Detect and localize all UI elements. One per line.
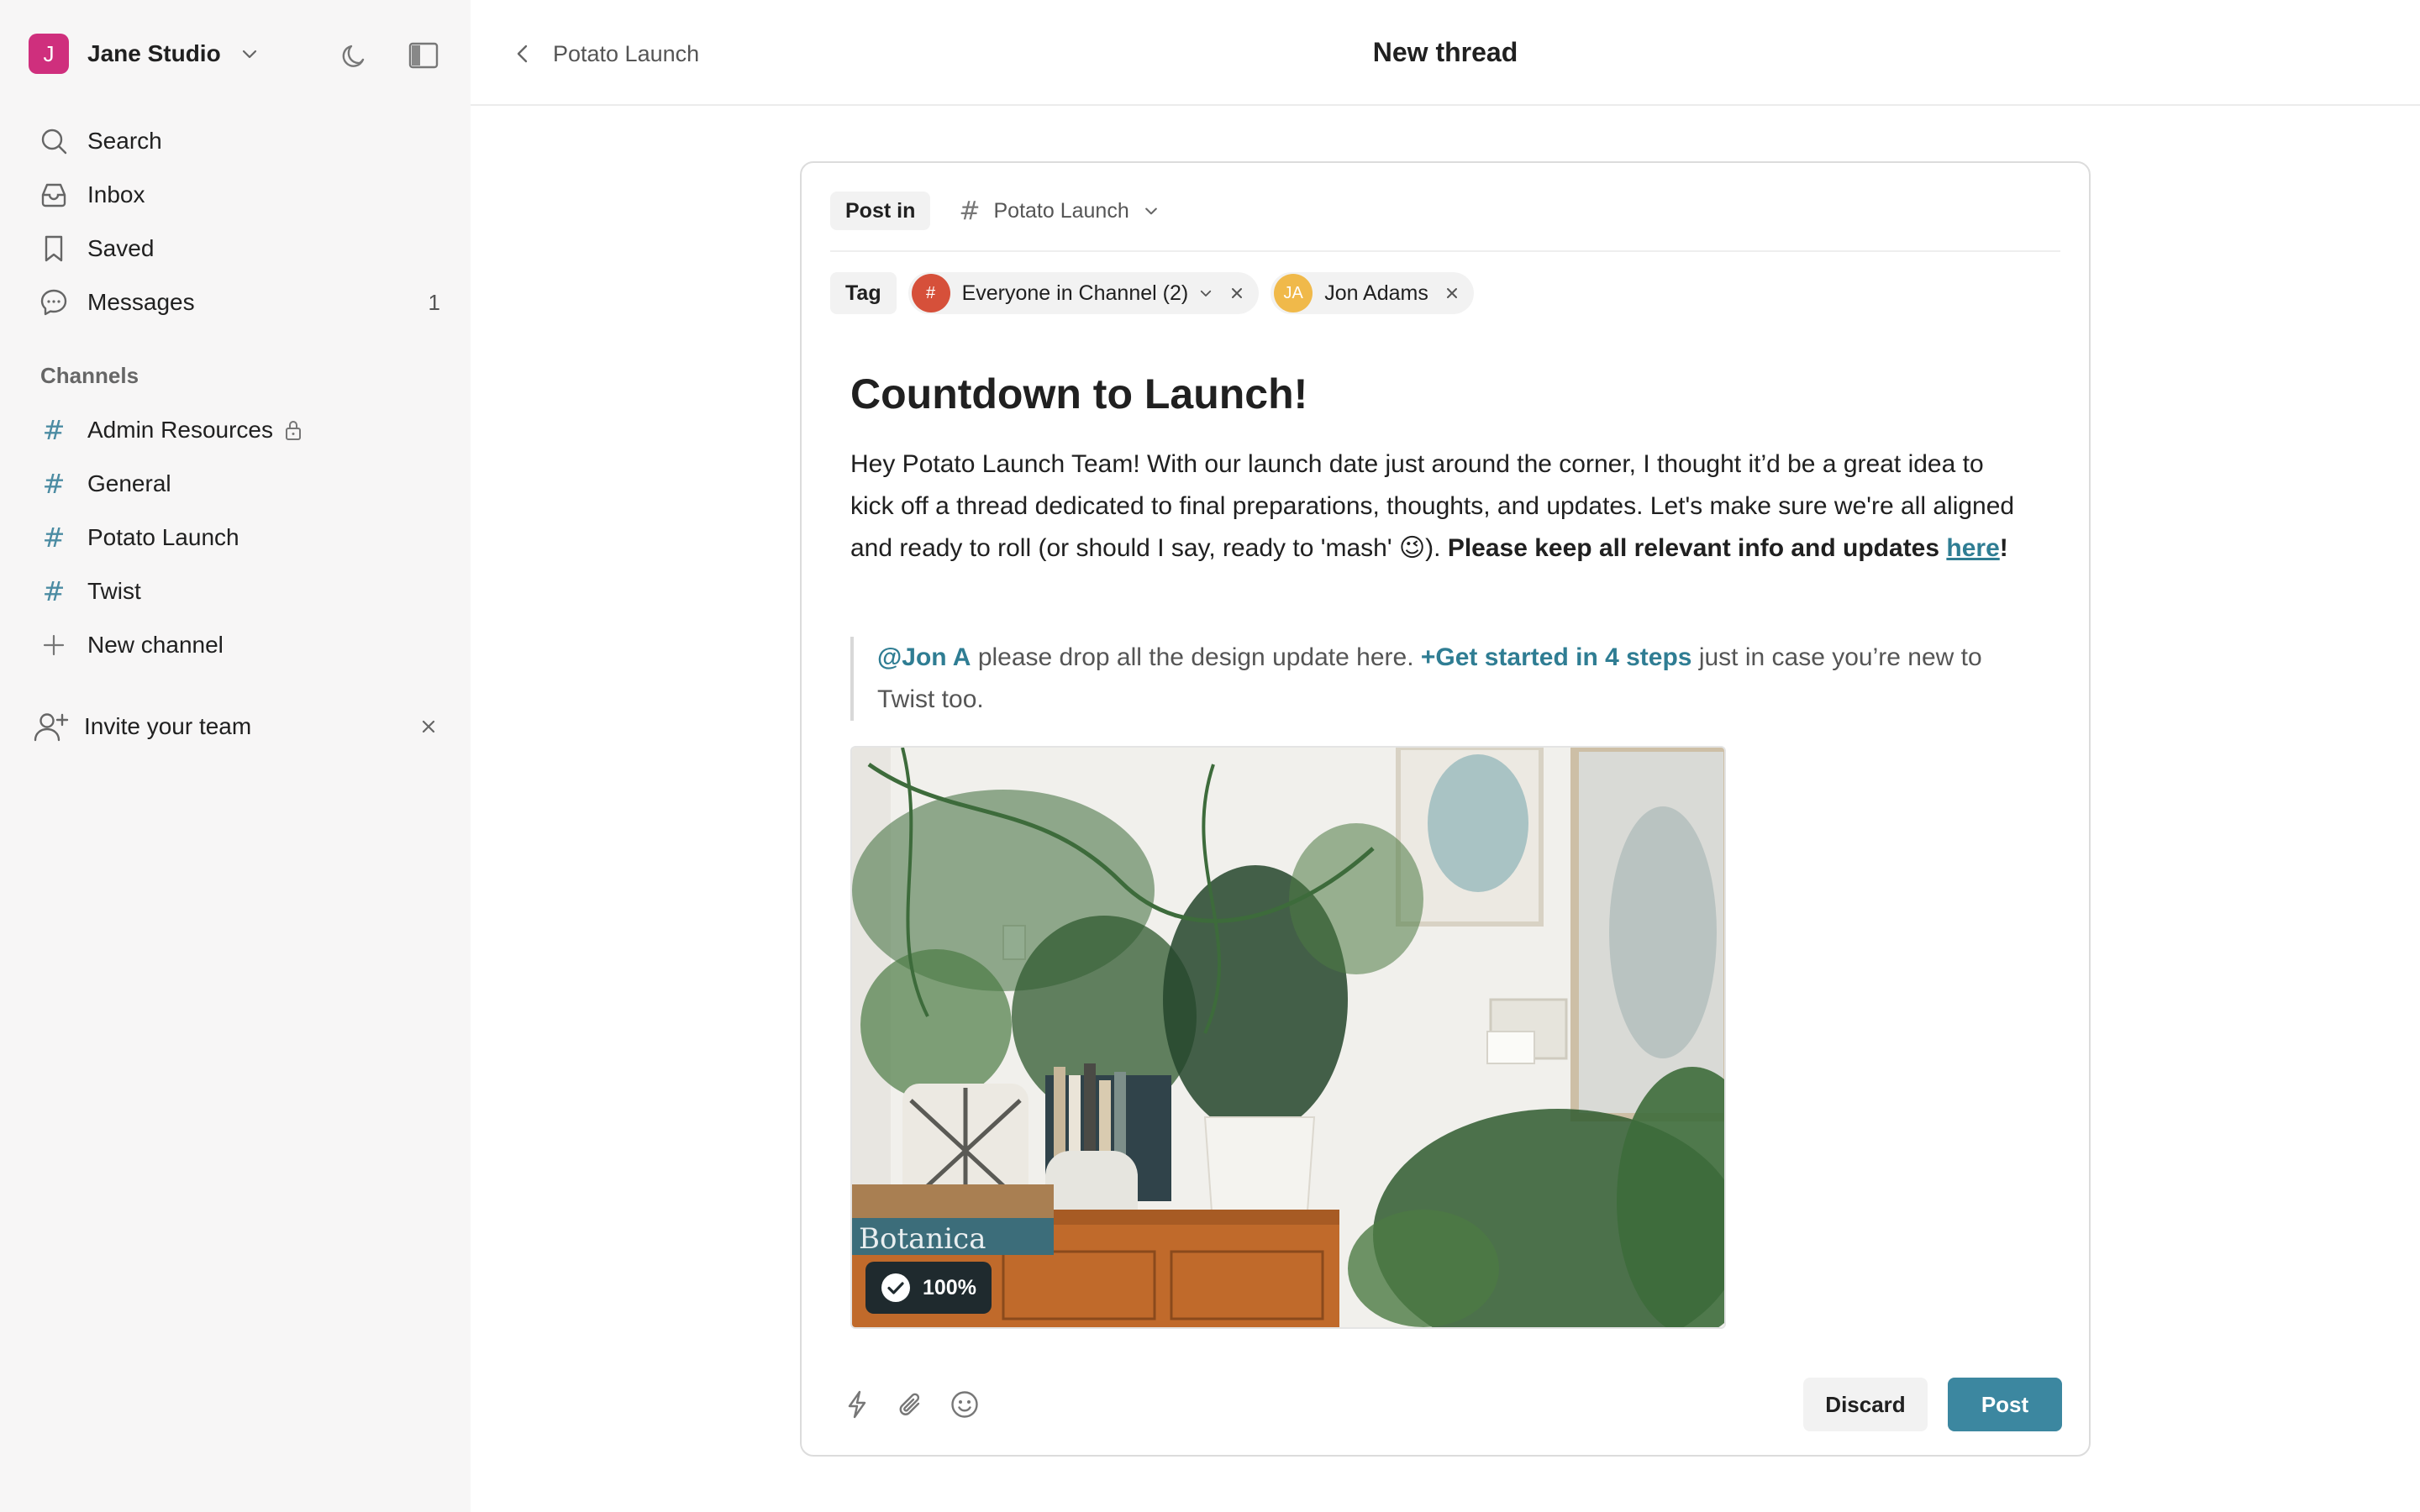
check-circle-icon bbox=[881, 1273, 910, 1302]
channel-name: Potato Launch bbox=[993, 198, 1129, 223]
workspace-switcher[interactable]: J Jane Studio bbox=[29, 34, 260, 74]
chevron-down-icon bbox=[242, 50, 256, 59]
tag-row: Tag # Everyone in Channel (2) JA Jon Ada… bbox=[830, 272, 1474, 314]
unread-count: 1 bbox=[428, 289, 440, 315]
post-button[interactable]: Post bbox=[1948, 1378, 2062, 1431]
invite-label: Invite your team bbox=[84, 713, 252, 739]
inbox-icon bbox=[37, 178, 71, 212]
thread-body[interactable]: Hey Potato Launch Team! With our launch … bbox=[850, 444, 2027, 570]
chat-bubble-icon bbox=[37, 286, 71, 319]
channel-selector[interactable]: # Potato Launch bbox=[959, 197, 1159, 226]
upload-status-badge: 100% bbox=[865, 1262, 992, 1314]
sidebar-item-label: Saved bbox=[87, 235, 155, 261]
sidebar-item-label: Potato Launch bbox=[87, 524, 239, 550]
attachment-icon[interactable] bbox=[894, 1388, 928, 1421]
sidebar-item-label: Inbox bbox=[87, 181, 145, 207]
sidebar-item-label: Admin Resources bbox=[87, 417, 273, 443]
sidebar-item-twist[interactable]: # Twist bbox=[37, 573, 440, 610]
composer-toolbar bbox=[840, 1388, 1002, 1421]
tag-chip-everyone[interactable]: # Everyone in Channel (2) bbox=[908, 272, 1260, 314]
hash-icon: # bbox=[42, 522, 66, 554]
thread-composer: Post in # Potato Launch Tag # Everyone i… bbox=[800, 161, 2091, 1457]
invite-team-button[interactable]: Invite your team bbox=[32, 707, 440, 746]
sidebar-item-label: Search bbox=[87, 128, 162, 154]
upload-progress: 100% bbox=[923, 1275, 976, 1299]
hash-icon: # bbox=[42, 468, 66, 500]
chevron-down-icon[interactable] bbox=[1198, 286, 1213, 301]
body-bold-end: ! bbox=[1999, 534, 2008, 562]
tag-chip-label: Everyone in Channel (2) bbox=[961, 281, 1189, 305]
hash-icon: # bbox=[42, 414, 66, 446]
sidebar-item-label: General bbox=[87, 470, 171, 496]
user-avatar: JA bbox=[1274, 274, 1313, 312]
discard-button[interactable]: Discard bbox=[1803, 1378, 1928, 1431]
add-user-icon bbox=[34, 713, 69, 742]
hash-icon: # bbox=[42, 575, 66, 607]
book-title: Botanica bbox=[859, 1222, 986, 1256]
sidebar-item-inbox[interactable]: Inbox bbox=[37, 176, 440, 213]
sidebar-item-label: Twist bbox=[87, 578, 141, 604]
top-bar: Potato Launch New thread bbox=[471, 0, 2420, 106]
sidebar-item-admin-resources[interactable]: # Admin Resources bbox=[37, 412, 440, 449]
emoji-icon[interactable] bbox=[948, 1388, 981, 1421]
sidebar-item-label: Messages bbox=[87, 289, 195, 315]
close-icon[interactable] bbox=[417, 715, 440, 738]
divider bbox=[830, 250, 2060, 252]
bookmark-icon bbox=[37, 232, 71, 265]
workspace-avatar: J bbox=[29, 34, 69, 74]
remove-tag-icon[interactable] bbox=[1444, 285, 1460, 302]
lightning-icon[interactable] bbox=[840, 1388, 874, 1421]
mention[interactable]: @Jon A bbox=[877, 643, 971, 671]
blockquote[interactable]: @Jon A please drop all the design update… bbox=[850, 637, 2027, 721]
page-title: New thread bbox=[1372, 37, 1518, 67]
chevron-down-icon bbox=[1144, 207, 1157, 215]
workspace-name: Jane Studio bbox=[87, 40, 221, 66]
dark-mode-icon[interactable] bbox=[338, 39, 371, 72]
sidebar-item-search[interactable]: Search bbox=[37, 123, 440, 160]
new-channel-label: New channel bbox=[87, 632, 224, 658]
sidebar-item-potato-launch[interactable]: # Potato Launch bbox=[37, 519, 440, 556]
sidebar-item-general[interactable]: # General bbox=[37, 465, 440, 502]
channel-avatar: # bbox=[911, 274, 950, 312]
post-in-label: Post in bbox=[830, 192, 931, 230]
sidebar-item-messages[interactable]: Messages 1 bbox=[37, 284, 440, 321]
quote-text: please drop all the design update here. bbox=[971, 643, 1421, 671]
sidebar-item-saved[interactable]: Saved bbox=[37, 230, 440, 267]
tag-label: Tag bbox=[830, 272, 897, 314]
hash-icon: # bbox=[959, 196, 981, 226]
plants-photo: Botanica bbox=[852, 748, 1724, 1327]
sidebar: J Jane Studio Search Inbox Saved Message… bbox=[0, 0, 471, 1512]
new-channel-button[interactable]: New channel bbox=[37, 627, 440, 664]
attached-image[interactable]: Botanica 100% bbox=[850, 746, 1726, 1329]
tag-chip-label: Jon Adams bbox=[1324, 281, 1428, 305]
channels-heading: Channels bbox=[40, 363, 139, 388]
quote-link[interactable]: +Get started in 4 steps bbox=[1421, 643, 1692, 671]
tag-chip-jon-adams[interactable]: JA Jon Adams bbox=[1270, 272, 1474, 314]
body-bold: Please keep all relevant info and update… bbox=[1447, 534, 1947, 562]
search-icon bbox=[37, 124, 71, 158]
lock-icon bbox=[285, 421, 301, 440]
sidebar-toggle-icon[interactable] bbox=[407, 39, 440, 72]
plus-icon bbox=[37, 628, 71, 662]
remove-tag-icon[interactable] bbox=[1228, 285, 1245, 302]
thread-title[interactable]: Countdown to Launch! bbox=[850, 370, 1307, 418]
post-in-row: Post in # Potato Launch bbox=[830, 192, 1160, 230]
body-link[interactable]: here bbox=[1946, 534, 1999, 562]
